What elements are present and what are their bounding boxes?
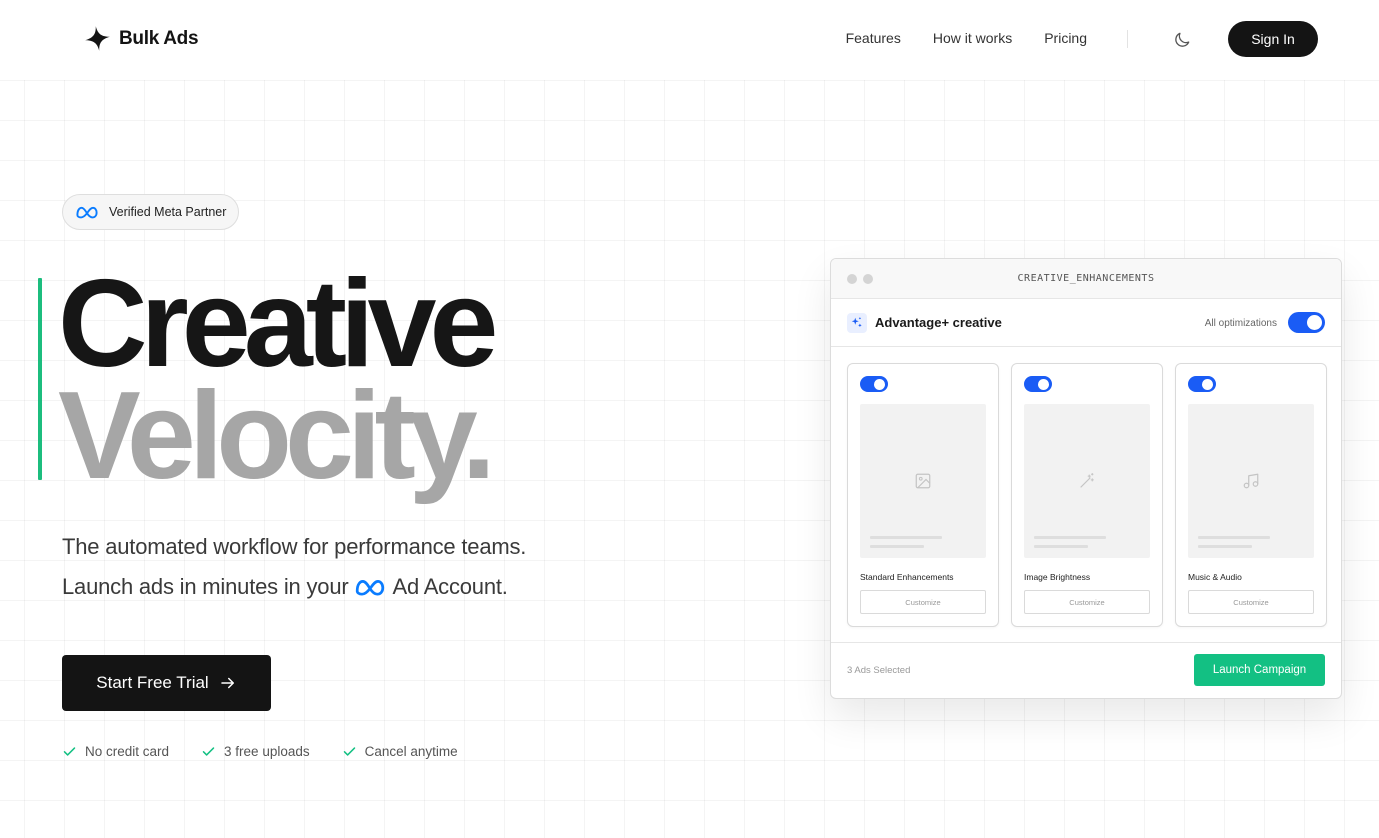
sign-in-button[interactable]: Sign In: [1228, 21, 1318, 57]
mockup-footer: 3 Ads Selected Launch Campaign: [831, 642, 1341, 698]
brand-name: Bulk Ads: [119, 27, 199, 49]
advantage-creative-bar: Advantage+ creative All optimizations: [831, 299, 1341, 347]
placeholder-line: [870, 536, 942, 539]
subtitle-line-1: The automated workflow for performance t…: [62, 534, 527, 559]
meta-logo-icon: [356, 580, 385, 596]
optimizations-label: All optimizations: [1204, 318, 1277, 329]
card-toggle[interactable]: [1024, 376, 1052, 392]
card-preview: [1188, 404, 1314, 558]
card-preview: [1024, 404, 1150, 558]
sparkles-icon: [847, 313, 867, 333]
enhancement-card: Image Brightness Customize: [1011, 363, 1163, 627]
enhancement-cards: Standard Enhancements Customize Image Br…: [847, 363, 1327, 627]
benefit-label: 3 free uploads: [224, 744, 310, 759]
subtitle-suffix: Ad Account.: [392, 574, 508, 599]
customize-button[interactable]: Customize: [860, 590, 986, 614]
benefit-list: No credit card 3 free uploads Cancel any…: [62, 744, 458, 759]
headline-secondary: Velocity.: [58, 367, 496, 505]
subtitle-line-2: Launch ads in minutes in your Ad Account…: [62, 574, 508, 600]
magic-wand-icon: [1080, 472, 1094, 488]
customize-button[interactable]: Customize: [1024, 590, 1150, 614]
enhancement-card: Music & Audio Customize: [1175, 363, 1327, 627]
dark-mode-toggle[interactable]: [1172, 30, 1192, 50]
customize-button[interactable]: Customize: [1188, 590, 1314, 614]
headline-accent-bar: [38, 278, 42, 480]
nav-pricing[interactable]: Pricing: [1044, 30, 1087, 46]
music-icon: [1243, 473, 1259, 489]
cta-label: Start Free Trial: [96, 673, 209, 692]
nav-how-it-works[interactable]: How it works: [933, 30, 1012, 46]
check-icon: [202, 747, 215, 756]
sparkle-logo-icon: [85, 26, 110, 51]
check-icon: [343, 747, 355, 756]
section-label: Advantage+ creative: [875, 315, 1002, 330]
window-titlebar: CREATIVE_ENHANCEMENTS: [831, 259, 1341, 299]
image-icon: [915, 473, 931, 489]
card-title: Music & Audio: [1188, 572, 1242, 582]
meta-partner-badge: Verified Meta Partner: [62, 194, 240, 230]
benefit-item: 3 free uploads: [201, 744, 310, 759]
nav-features[interactable]: Features: [846, 30, 901, 46]
placeholder-line: [1198, 545, 1252, 548]
ads-selected-count: 3 Ads Selected: [847, 665, 911, 676]
benefit-item: Cancel anytime: [342, 744, 458, 759]
badge-label: Verified Meta Partner: [109, 205, 227, 219]
start-free-trial-button[interactable]: Start Free Trial: [62, 655, 271, 711]
card-toggle[interactable]: [1188, 376, 1216, 392]
card-toggle[interactable]: [860, 376, 888, 392]
placeholder-line: [1034, 536, 1106, 539]
placeholder-line: [1198, 536, 1270, 539]
arrow-right-icon: [220, 677, 234, 689]
benefit-item: No credit card: [62, 744, 169, 759]
check-icon: [63, 747, 76, 756]
moon-icon: [1175, 32, 1190, 47]
subtitle-prefix: Launch ads in minutes in your: [62, 574, 349, 599]
card-preview: [860, 404, 986, 558]
launch-campaign-button[interactable]: Launch Campaign: [1194, 654, 1325, 686]
brand-logo[interactable]: Bulk Ads: [84, 25, 199, 52]
card-title: Image Brightness: [1024, 572, 1091, 582]
window-title: CREATIVE_ENHANCEMENTS: [1017, 273, 1155, 284]
enhancement-card: Standard Enhancements Customize: [847, 363, 999, 627]
benefit-label: No credit card: [85, 744, 170, 759]
placeholder-line: [870, 545, 924, 548]
all-optimizations-toggle[interactable]: [1288, 312, 1325, 333]
app-mockup-window: CREATIVE_ENHANCEMENTS Advantage+ creativ…: [830, 258, 1342, 699]
meta-logo-icon: [76, 206, 98, 219]
placeholder-line: [1034, 545, 1088, 548]
site-header: Bulk Ads Features How it works Pricing S…: [0, 0, 1379, 80]
main-nav: Features How it works Pricing: [846, 30, 1087, 46]
card-title: Standard Enhancements: [860, 572, 954, 582]
benefit-label: Cancel anytime: [364, 744, 458, 759]
nav-divider: [1127, 30, 1128, 48]
